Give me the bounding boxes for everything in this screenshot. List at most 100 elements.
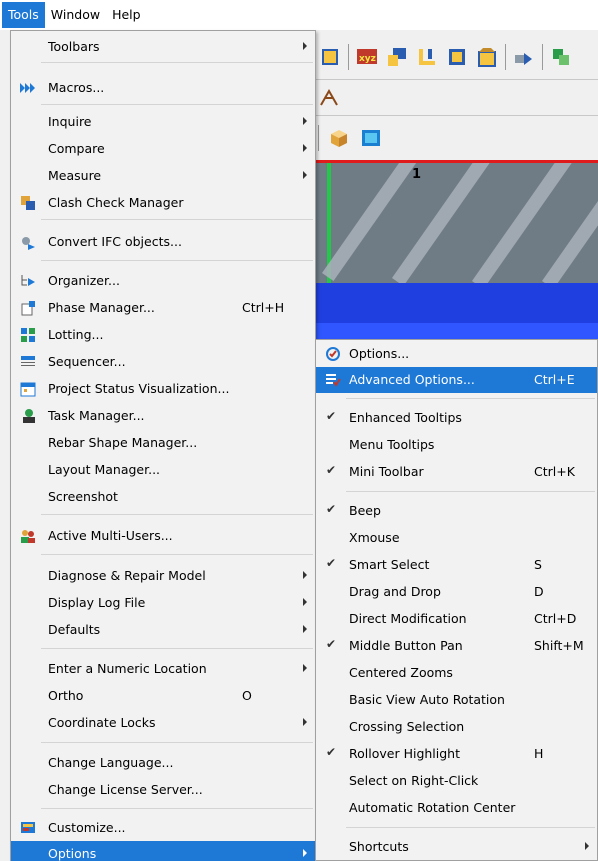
menu-item-inquire[interactable]: Inquire bbox=[11, 109, 315, 135]
advanced-options-icon bbox=[324, 371, 342, 389]
menu-separator bbox=[41, 648, 313, 649]
checkmark-icon: ✔ bbox=[326, 637, 337, 651]
bracket-icon[interactable] bbox=[415, 45, 439, 69]
frame-top-icon[interactable] bbox=[475, 45, 499, 69]
submenu-item-centered-zooms[interactable]: Centered Zooms bbox=[316, 660, 597, 686]
menu-item-macros[interactable]: Macros... bbox=[11, 75, 315, 101]
task-manager-icon bbox=[19, 407, 37, 425]
menu-item-diagnose-repair[interactable]: Diagnose & Repair Model bbox=[11, 563, 315, 589]
menu-item-rebar-shape-manager[interactable]: Rebar Shape Manager... bbox=[11, 430, 315, 456]
submenu-item-crossing-selection[interactable]: Crossing Selection bbox=[316, 714, 597, 740]
menu-item-clash-check-manager[interactable]: Clash Check Manager bbox=[11, 190, 315, 216]
submenu-item-shortcut: D bbox=[534, 584, 544, 599]
menu-window[interactable]: Window bbox=[45, 2, 106, 28]
menu-item-organizer[interactable]: Organizer... bbox=[11, 268, 315, 294]
submenu-arrow-icon bbox=[303, 171, 307, 179]
checkmark-icon: ✔ bbox=[326, 556, 337, 570]
menu-item-label: Defaults bbox=[48, 622, 101, 637]
menu-item-active-multi-users[interactable]: Active Multi-Users... bbox=[11, 523, 315, 549]
slab-blue bbox=[312, 283, 598, 323]
menu-item-label: Lotting... bbox=[48, 327, 104, 342]
model-viewport[interactable]: 1 bbox=[312, 160, 598, 340]
menu-separator bbox=[41, 554, 313, 555]
submenu-item-mini-toolbar[interactable]: ✔ Mini Toolbar Ctrl+K bbox=[316, 459, 597, 485]
workplane-icon[interactable] bbox=[385, 45, 409, 69]
menu-help[interactable]: Help bbox=[106, 2, 147, 28]
menu-item-phase-manager[interactable]: Phase Manager... Ctrl+H bbox=[11, 295, 315, 321]
submenu-arrow-icon bbox=[303, 571, 307, 579]
menu-item-change-license-server[interactable]: Change License Server... bbox=[11, 777, 315, 803]
menu-item-label: Diagnose & Repair Model bbox=[48, 568, 206, 583]
menu-item-label: Screenshot bbox=[48, 489, 118, 504]
submenu-item-label: Options... bbox=[349, 346, 410, 361]
box-icon[interactable] bbox=[327, 126, 351, 150]
macros-icon bbox=[19, 79, 37, 97]
submenu-item-beep[interactable]: ✔ Beep bbox=[316, 498, 597, 524]
menu-item-options[interactable]: Options bbox=[11, 841, 315, 861]
menu-item-toolbars[interactable]: Toolbars bbox=[11, 34, 315, 60]
checkmark-icon: ✔ bbox=[326, 463, 337, 477]
submenu-item-shortcuts[interactable]: Shortcuts bbox=[316, 834, 597, 860]
toolbar-third bbox=[312, 116, 422, 160]
menu-item-change-language[interactable]: Change Language... bbox=[11, 750, 315, 776]
menu-item-layout-manager[interactable]: Layout Manager... bbox=[11, 457, 315, 483]
frame-icon[interactable] bbox=[445, 45, 469, 69]
view-icon[interactable] bbox=[359, 126, 383, 150]
submenu-item-xmouse[interactable]: Xmouse bbox=[316, 525, 597, 551]
menu-item-enter-numeric-location[interactable]: Enter a Numeric Location bbox=[11, 656, 315, 682]
submenu-arrow-icon bbox=[303, 42, 307, 50]
project-status-icon bbox=[19, 380, 37, 398]
submenu-item-label: Direct Modification bbox=[349, 611, 467, 626]
submenu-item-rollover-highlight[interactable]: ✔ Rollover Highlight H bbox=[316, 741, 597, 767]
submenu-item-automatic-rotation-center[interactable]: Automatic Rotation Center bbox=[316, 795, 597, 821]
menu-tools[interactable]: Tools bbox=[2, 2, 45, 28]
submenu-item-drag-and-drop[interactable]: Drag and Drop D bbox=[316, 579, 597, 605]
menu-separator bbox=[346, 827, 595, 828]
menu-item-sequencer[interactable]: Sequencer... bbox=[11, 349, 315, 375]
submenu-item-label: Select on Right-Click bbox=[349, 773, 479, 788]
options-icon bbox=[324, 345, 342, 363]
menu-item-lotting[interactable]: Lotting... bbox=[11, 322, 315, 348]
menu-item-ortho[interactable]: Ortho O bbox=[11, 683, 315, 709]
checkmark-icon: ✔ bbox=[326, 409, 337, 423]
toolbar-separator bbox=[542, 43, 543, 70]
menu-item-convert-ifc[interactable]: Convert IFC objects... bbox=[11, 229, 315, 255]
menu-separator bbox=[41, 808, 313, 809]
menu-item-coordinate-locks[interactable]: Coordinate Locks bbox=[11, 710, 315, 736]
slab-blue-lower bbox=[312, 323, 598, 340]
submenu-item-direct-modification[interactable]: Direct Modification Ctrl+D bbox=[316, 606, 597, 632]
copy-green-icon[interactable] bbox=[549, 45, 573, 69]
submenu-item-menu-tooltips[interactable]: Menu Tooltips bbox=[316, 432, 597, 458]
submenu-item-advanced-options[interactable]: Advanced Options... Ctrl+E bbox=[316, 367, 597, 393]
submenu-arrow-icon bbox=[303, 598, 307, 606]
toolbar-second bbox=[312, 80, 598, 116]
menu-item-compare[interactable]: Compare bbox=[11, 136, 315, 162]
menu-item-task-manager[interactable]: Task Manager... bbox=[11, 403, 315, 429]
menu-item-label: Toolbars bbox=[48, 39, 100, 54]
submenu-item-basic-view-auto-rotation[interactable]: Basic View Auto Rotation bbox=[316, 687, 597, 713]
menu-item-screenshot[interactable]: Screenshot bbox=[11, 484, 315, 510]
submenu-arrow-icon bbox=[303, 625, 307, 633]
menu-item-label: Coordinate Locks bbox=[48, 715, 156, 730]
menu-item-display-log-file[interactable]: Display Log File bbox=[11, 590, 315, 616]
toolbar-separator bbox=[505, 43, 506, 70]
submenu-item-select-on-right-click[interactable]: Select on Right-Click bbox=[316, 768, 597, 794]
menu-item-label: Enter a Numeric Location bbox=[48, 661, 207, 676]
menu-item-measure[interactable]: Measure bbox=[11, 163, 315, 189]
menu-item-label: Organizer... bbox=[48, 273, 120, 288]
submenu-item-enhanced-tooltips[interactable]: ✔ Enhanced Tooltips bbox=[316, 405, 597, 431]
menu-bar: Tools Window Help bbox=[0, 0, 598, 30]
submenu-item-middle-button-pan[interactable]: ✔ Middle Button Pan Shift+M bbox=[316, 633, 597, 659]
xyz-icon[interactable]: xyz bbox=[355, 45, 379, 69]
truss-icon[interactable] bbox=[318, 86, 342, 110]
move-arrow-icon[interactable] bbox=[512, 45, 536, 69]
menu-item-project-status[interactable]: Project Status Visualization... bbox=[11, 376, 315, 402]
submenu-item-options[interactable]: Options... bbox=[316, 341, 597, 367]
menu-item-customize[interactable]: Customize... bbox=[11, 815, 315, 841]
sequencer-icon bbox=[19, 353, 37, 371]
submenu-item-smart-select[interactable]: ✔ Smart Select S bbox=[316, 552, 597, 578]
menu-item-defaults[interactable]: Defaults bbox=[11, 617, 315, 643]
grid-icon[interactable] bbox=[318, 45, 342, 69]
toolbar-separator bbox=[318, 125, 319, 151]
menu-item-label: Project Status Visualization... bbox=[48, 381, 230, 396]
